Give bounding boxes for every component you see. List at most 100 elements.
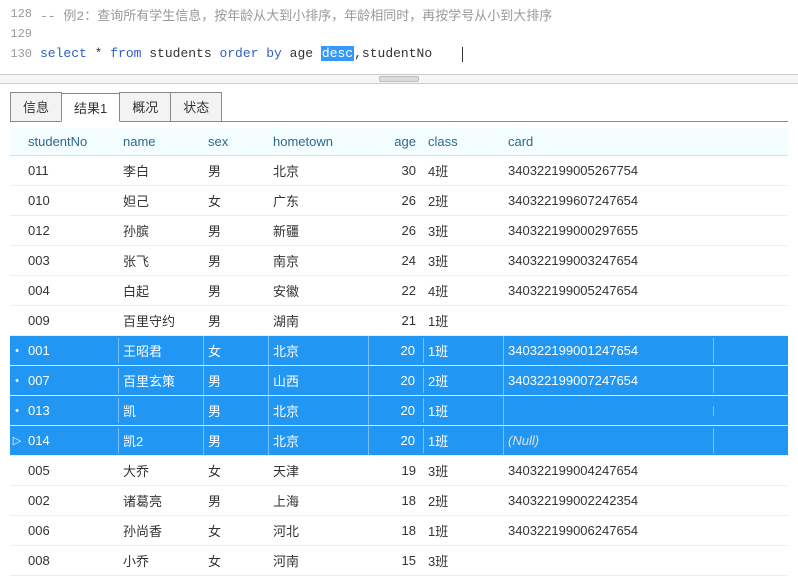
- cell-name: 孙尚香: [119, 516, 204, 545]
- tab-overview[interactable]: 概况: [119, 92, 171, 121]
- cell-name: 李白: [119, 156, 204, 185]
- col-header-sex[interactable]: sex: [204, 128, 269, 155]
- table-row[interactable]: 003张飞男南京243班340322199003247654: [10, 246, 788, 276]
- cell-studentno: 003: [24, 248, 119, 273]
- cell-card: [504, 556, 714, 566]
- table-row[interactable]: 012孙膑男新疆263班340322199000297655: [10, 216, 788, 246]
- cell-studentno: 008: [24, 548, 119, 573]
- table-row[interactable]: ▷014凯2男北京201班(Null): [10, 426, 788, 456]
- cell-studentno: 007: [24, 368, 119, 393]
- cell-hometown: 安徽: [269, 276, 369, 305]
- table-row[interactable]: 010妲己女广东262班340322199607247654: [10, 186, 788, 216]
- col-header-age[interactable]: age: [369, 128, 424, 155]
- cell-studentno: 012: [24, 218, 119, 243]
- cell-class: 3班: [424, 456, 504, 485]
- cell-card: 340322199004247654: [504, 458, 714, 483]
- cell-class: 3班: [424, 246, 504, 275]
- cell-age: 20: [369, 428, 424, 453]
- table-row[interactable]: 005大乔女天津193班340322199004247654: [10, 456, 788, 486]
- cell-class: 2班: [424, 366, 504, 395]
- cell-name: 凯: [119, 396, 204, 425]
- editor-line: 130 select * from students order by age …: [0, 44, 798, 64]
- grid-header-row: studentNo name sex hometown age class ca…: [10, 128, 788, 156]
- cell-name: 张飞: [119, 246, 204, 275]
- cell-class: 4班: [424, 276, 504, 305]
- cell-studentno: 009: [24, 308, 119, 333]
- table-row[interactable]: 004白起男安徽224班340322199005247654: [10, 276, 788, 306]
- cell-hometown: 新疆: [269, 216, 369, 245]
- tab-info[interactable]: 信息: [10, 92, 62, 121]
- cell-age: 30: [369, 158, 424, 183]
- cell-sex: 男: [204, 426, 269, 455]
- cell-sex: 男: [204, 396, 269, 425]
- cell-age: 26: [369, 218, 424, 243]
- cell-studentno: 004: [24, 278, 119, 303]
- row-indicator-icon: •: [10, 345, 24, 357]
- cell-hometown: 湖南: [269, 306, 369, 335]
- table-row[interactable]: 011李白男北京304班340322199005267754: [10, 156, 788, 186]
- table-row[interactable]: 008小乔女河南153班: [10, 546, 788, 576]
- cell-card: 340322199002242354: [504, 488, 714, 513]
- line-number: 130: [0, 47, 40, 61]
- row-indicator-icon: ▷: [10, 434, 24, 447]
- cell-studentno: 010: [24, 188, 119, 213]
- cell-hometown: 天津: [269, 456, 369, 485]
- code-sql: select * from students order by age desc…: [40, 46, 463, 61]
- col-header-hometown[interactable]: hometown: [269, 128, 369, 155]
- cell-name: 小乔: [119, 546, 204, 575]
- col-header-name[interactable]: name: [119, 128, 204, 155]
- cell-sex: 女: [204, 456, 269, 485]
- cell-hometown: 广东: [269, 186, 369, 215]
- line-number: 129: [0, 27, 40, 41]
- line-number: 128: [0, 7, 40, 21]
- cell-studentno: 013: [24, 398, 119, 423]
- code-comment: -- 例2：查询所有学生信息，按年龄从大到小排序，年龄相同时，再按学号从小到大排…: [40, 5, 552, 24]
- cell-class: 2班: [424, 186, 504, 215]
- col-header-studentno[interactable]: studentNo: [24, 128, 119, 155]
- sql-editor[interactable]: 128 -- 例2：查询所有学生信息，按年龄从大到小排序，年龄相同时，再按学号从…: [0, 0, 798, 68]
- cell-class: 1班: [424, 306, 504, 335]
- cell-hometown: 河北: [269, 516, 369, 545]
- cell-studentno: 014: [24, 428, 119, 453]
- row-indicator-icon: •: [10, 375, 24, 387]
- cell-card: 340322199005247654: [504, 278, 714, 303]
- cell-class: 1班: [424, 336, 504, 365]
- table-row[interactable]: •013凯男北京201班: [10, 396, 788, 426]
- cell-age: 18: [369, 488, 424, 513]
- selected-keyword: desc: [321, 46, 354, 61]
- cell-class: 1班: [424, 516, 504, 545]
- table-row[interactable]: •007百里玄策男山西202班340322199007247654: [10, 366, 788, 396]
- cell-hometown: 河南: [269, 546, 369, 575]
- editor-line: 128 -- 例2：查询所有学生信息，按年龄从大到小排序，年龄相同时，再按学号从…: [0, 4, 798, 24]
- cell-age: 26: [369, 188, 424, 213]
- horizontal-splitter[interactable]: [0, 74, 798, 84]
- cell-card: 340322199607247654: [504, 188, 714, 213]
- cell-sex: 女: [204, 336, 269, 365]
- cell-name: 百里守约: [119, 306, 204, 335]
- cell-sex: 男: [204, 276, 269, 305]
- col-header-class[interactable]: class: [424, 128, 504, 155]
- cell-class: 1班: [424, 426, 504, 455]
- table-row[interactable]: 009百里守约男湖南211班: [10, 306, 788, 336]
- text-cursor-icon: [462, 47, 463, 62]
- cell-card: [504, 316, 714, 326]
- result-grid[interactable]: studentNo name sex hometown age class ca…: [10, 128, 788, 576]
- cell-hometown: 南京: [269, 246, 369, 275]
- cell-card: 340322199001247654: [504, 338, 714, 363]
- cell-hometown: 北京: [269, 396, 369, 425]
- splitter-handle-icon: [379, 76, 419, 82]
- table-row[interactable]: 006孙尚香女河北181班340322199006247654: [10, 516, 788, 546]
- cell-studentno: 002: [24, 488, 119, 513]
- cell-age: 24: [369, 248, 424, 273]
- cell-sex: 男: [204, 306, 269, 335]
- tab-result1[interactable]: 结果1: [61, 93, 120, 122]
- cell-age: 18: [369, 518, 424, 543]
- tab-status[interactable]: 状态: [170, 92, 222, 121]
- cell-card: 340322199003247654: [504, 248, 714, 273]
- col-header-card[interactable]: card: [504, 128, 714, 155]
- cell-sex: 女: [204, 516, 269, 545]
- table-row[interactable]: 002诸葛亮男上海182班340322199002242354: [10, 486, 788, 516]
- cell-sex: 女: [204, 186, 269, 215]
- cell-name: 诸葛亮: [119, 486, 204, 515]
- table-row[interactable]: •001王昭君女北京201班340322199001247654: [10, 336, 788, 366]
